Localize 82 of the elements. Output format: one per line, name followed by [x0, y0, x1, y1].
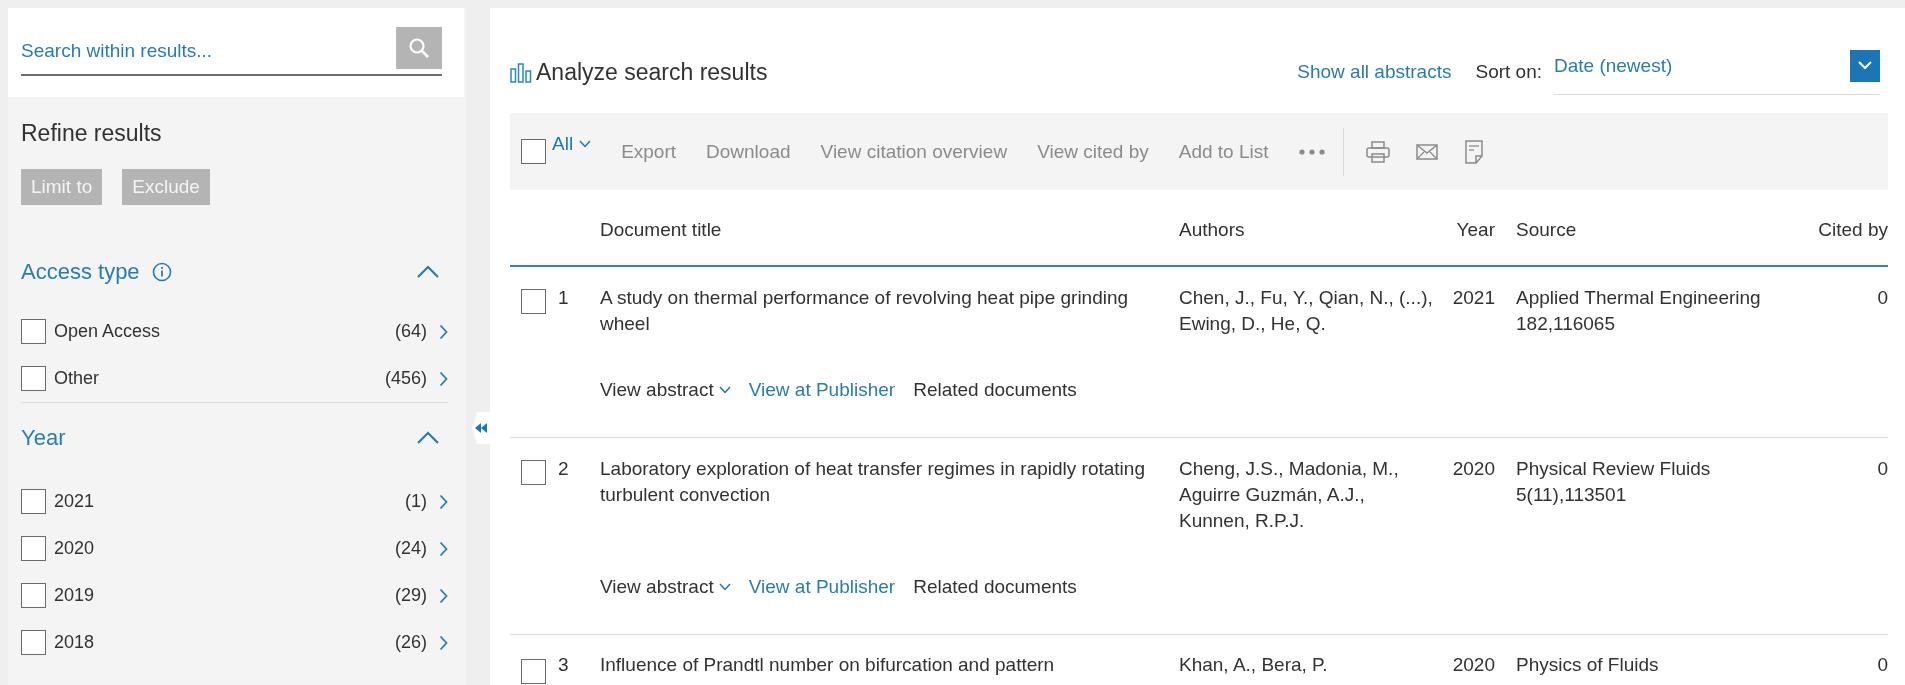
result-count: (1) — [405, 491, 427, 512]
show-abstracts-link[interactable]: Show all abstracts — [1297, 61, 1452, 83]
publisher-link[interactable]: View at Publisher — [748, 377, 896, 403]
double-chevron-left-icon — [475, 422, 487, 434]
chevron-right-icon[interactable] — [439, 323, 448, 340]
filter-label: 2018 — [54, 632, 95, 653]
row-number: 3 — [558, 655, 569, 675]
source-title: Applied Thermal Engineering — [1516, 286, 1761, 310]
source-title: Physical Review Fluids — [1516, 457, 1711, 481]
collapse-button[interactable] — [472, 412, 490, 444]
document-title-link[interactable]: A study on thermal performance of revolving heat pipe grinding wheel — [600, 285, 1167, 337]
column-header[interactable]: Authors — [1179, 219, 1245, 240]
source-detail: 182,116065 — [1516, 312, 1615, 336]
related-documents-link[interactable]: Related documents — [913, 574, 1077, 600]
filter-label: 2021 — [54, 491, 95, 512]
filter-checkbox[interactable] — [21, 319, 46, 344]
source-detail: 5(11),113501 — [1516, 483, 1627, 507]
document-title-link[interactable]: Laboratory exploration of heat transfer regimes in rapidly rotating turbulent convection — [600, 456, 1167, 508]
view-abstract-link[interactable]: View abstract — [600, 377, 731, 403]
year-cell: 2021 — [1452, 287, 1495, 308]
filter-label: 2019 — [54, 585, 95, 606]
authors-cell-text: Chen, J., Fu, Y., Qian, N., (...), Ewing, D., He, Q. — [1179, 286, 1434, 336]
chevron-right-icon[interactable] — [439, 587, 448, 604]
row-checkbox[interactable] — [521, 659, 546, 684]
filter-checkbox[interactable] — [21, 536, 46, 561]
select-menu[interactable]: All — [552, 132, 592, 155]
result-count: (456) — [384, 368, 427, 389]
authors-cell-text: Cheng, J.S., Madonia, M., Aguirre Guzmán, A.J., Kunnen, R.P.J. — [1179, 457, 1400, 533]
caret-down-icon — [718, 583, 731, 591]
chevron-right-icon[interactable] — [439, 540, 448, 557]
year-cell: 2020 — [1452, 654, 1495, 675]
select-all-checkbox[interactable] — [521, 139, 546, 164]
row-number: 2 — [558, 457, 569, 481]
related-documents-link[interactable]: Related documents — [913, 377, 1077, 403]
search-icon — [408, 37, 430, 59]
chevron-up-icon[interactable] — [416, 431, 440, 445]
caret-down-icon — [718, 386, 731, 394]
view-abstract-link[interactable]: View abstract — [600, 574, 731, 600]
filter-checkbox[interactable] — [21, 366, 46, 391]
column-header[interactable]: Document title — [600, 219, 722, 240]
cited-by-count: 0 — [1877, 287, 1888, 308]
column-header[interactable]: Year — [1456, 219, 1495, 240]
column-header[interactable]: Cited by — [1818, 219, 1888, 240]
chevron-up-icon[interactable] — [416, 265, 440, 279]
year-cell: 2020 — [1452, 458, 1495, 479]
filter-checkbox[interactable] — [21, 489, 46, 514]
result-count: (24) — [395, 538, 427, 559]
row-checkbox[interactable] — [521, 460, 546, 485]
publisher-link[interactable]: View at Publisher — [748, 574, 896, 600]
chevron-down-icon — [1850, 49, 1880, 82]
facet-heading[interactable]: Access type — [21, 259, 140, 285]
cited-by-count: 0 — [1877, 458, 1888, 479]
cited-by-count: 0 — [1877, 654, 1888, 675]
more-icon[interactable] — [1298, 148, 1325, 155]
caret-down-icon — [579, 139, 592, 148]
result-count: (64) — [395, 321, 427, 342]
sort-dropdown[interactable]: Date (newest) — [1554, 49, 1880, 95]
facet-heading[interactable]: Year — [21, 425, 66, 451]
filter-label: Other — [54, 368, 100, 389]
info-icon[interactable] — [151, 262, 172, 282]
filter-label: 2020 — [54, 538, 95, 559]
column-header[interactable]: Source — [1516, 219, 1577, 240]
chevron-right-icon[interactable] — [439, 634, 448, 651]
pdf-icon[interactable] — [1464, 139, 1484, 164]
chevron-right-icon[interactable] — [439, 370, 448, 387]
filter-checkbox[interactable] — [21, 583, 46, 608]
mail-icon[interactable] — [1416, 142, 1438, 161]
analyze-results-link[interactable]: Analyze search results — [536, 58, 768, 86]
bar-chart-icon[interactable] — [510, 61, 532, 83]
filter-label: Open Access — [54, 321, 161, 342]
authors-cell: Khan, A., Bera, P. — [1179, 655, 1328, 675]
row-checkbox[interactable] — [521, 289, 546, 314]
sort-label: Sort on: — [1475, 61, 1542, 83]
chevron-right-icon[interactable] — [439, 493, 448, 510]
refine-heading: Refine results — [21, 119, 162, 147]
result-count: (29) — [395, 585, 427, 606]
row-number: 1 — [558, 286, 569, 310]
document-title-link[interactable]: Influence of Prandtl number on bifurcation and pattern — [600, 655, 1055, 675]
filter-checkbox[interactable] — [21, 630, 46, 655]
result-count: (26) — [395, 632, 427, 653]
print-icon[interactable] — [1366, 140, 1390, 163]
source-title: Physics of Fluids — [1516, 655, 1659, 675]
